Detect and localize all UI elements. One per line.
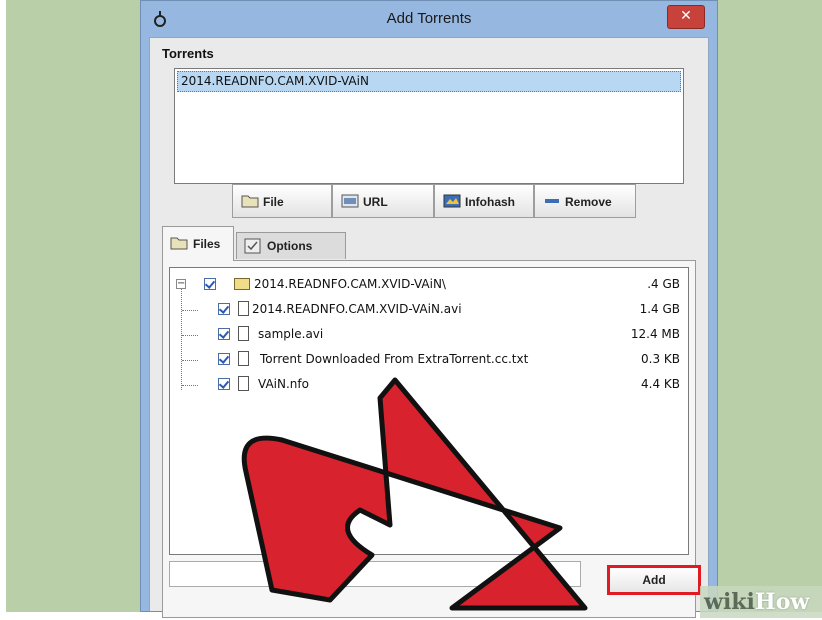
tab-options-label: Options	[267, 239, 313, 253]
file-checkbox[interactable]	[218, 353, 230, 365]
title-bar: Add Torrents ✕	[141, 1, 717, 37]
url-icon	[341, 194, 359, 208]
collapse-icon[interactable]: −	[176, 279, 186, 289]
folder-icon	[241, 195, 259, 208]
tree-connector	[182, 360, 198, 361]
root-folder-name: 2014.READNFO.CAM.XVID-VAiN\	[254, 277, 446, 291]
file-icon	[238, 301, 249, 316]
files-panel: − 2014.READNFO.CAM.XVID-VAiN\ .4 GB 2014…	[162, 260, 701, 618]
dialog-body: Torrents 2014.READNFO.CAM.XVID-VAiN File…	[149, 37, 709, 618]
file-size: 0.3 KB	[641, 352, 680, 366]
file-name: VAiN.nfo	[258, 377, 309, 391]
file-icon	[238, 376, 249, 391]
infohash-button-label: Infohash	[465, 195, 515, 209]
remove-button[interactable]: Remove	[534, 184, 636, 218]
root-folder-size: .4 GB	[647, 277, 680, 291]
file-icon	[238, 351, 249, 366]
close-button[interactable]: ✕	[667, 5, 705, 29]
folder-icon	[234, 278, 250, 290]
url-button-label: URL	[363, 195, 388, 209]
folder-icon	[170, 237, 188, 250]
file-checkbox[interactable]	[218, 378, 230, 390]
options-icon	[244, 238, 261, 254]
torrent-list[interactable]: 2014.READNFO.CAM.XVID-VAiN	[174, 68, 684, 184]
add-torrents-dialog: Add Torrents ✕ Torrents 2014.READNFO.CAM…	[140, 0, 718, 618]
file-name: sample.avi	[258, 327, 324, 341]
file-size: 4.4 KB	[641, 377, 680, 391]
tree-connector	[182, 335, 198, 336]
add-infohash-button[interactable]: Infohash	[434, 184, 534, 218]
torrent-list-item[interactable]: 2014.READNFO.CAM.XVID-VAiN	[177, 71, 681, 92]
minus-icon	[545, 199, 559, 203]
file-name: Torrent Downloaded From ExtraTorrent.cc.…	[260, 352, 529, 366]
watermark-part2: How	[754, 589, 810, 615]
file-button-label: File	[263, 195, 284, 209]
remove-button-label: Remove	[565, 195, 612, 209]
table-row[interactable]: Torrent Downloaded From ExtraTorrent.cc.…	[170, 349, 688, 371]
table-row[interactable]: VAiN.nfo 4.4 KB	[170, 374, 688, 396]
file-size: 1.4 GB	[639, 302, 680, 316]
add-file-button[interactable]: File	[232, 184, 332, 218]
table-row[interactable]: sample.avi 12.4 MB	[170, 324, 688, 346]
tab-options[interactable]: Options	[236, 232, 346, 259]
file-checkbox[interactable]	[218, 328, 230, 340]
tree-connector	[182, 385, 198, 386]
file-size: 12.4 MB	[630, 327, 680, 341]
root-checkbox[interactable]	[204, 278, 216, 290]
file-icon	[238, 326, 249, 341]
file-checkbox[interactable]	[218, 303, 230, 315]
tab-files-label: Files	[193, 237, 221, 251]
table-row[interactable]: 2014.READNFO.CAM.XVID-VAiN.avi 1.4 GB	[170, 299, 688, 321]
add-url-button[interactable]: URL	[332, 184, 434, 218]
watermark-part1: wiki	[704, 589, 755, 615]
torrents-label: Torrents	[162, 46, 214, 61]
wikihow-watermark: wikiHow	[700, 586, 822, 618]
window-title: Add Torrents	[386, 10, 472, 27]
tab-files[interactable]: Files	[162, 226, 234, 261]
infohash-icon	[443, 194, 461, 208]
add-button[interactable]: Add	[607, 565, 701, 595]
tree-connector	[182, 310, 198, 311]
status-field	[169, 561, 581, 587]
file-tree: − 2014.READNFO.CAM.XVID-VAiN\ .4 GB 2014…	[169, 267, 689, 555]
file-name: 2014.READNFO.CAM.XVID-VAiN.avi	[252, 302, 462, 316]
tree-row-root[interactable]: − 2014.READNFO.CAM.XVID-VAiN\ .4 GB	[170, 274, 688, 296]
